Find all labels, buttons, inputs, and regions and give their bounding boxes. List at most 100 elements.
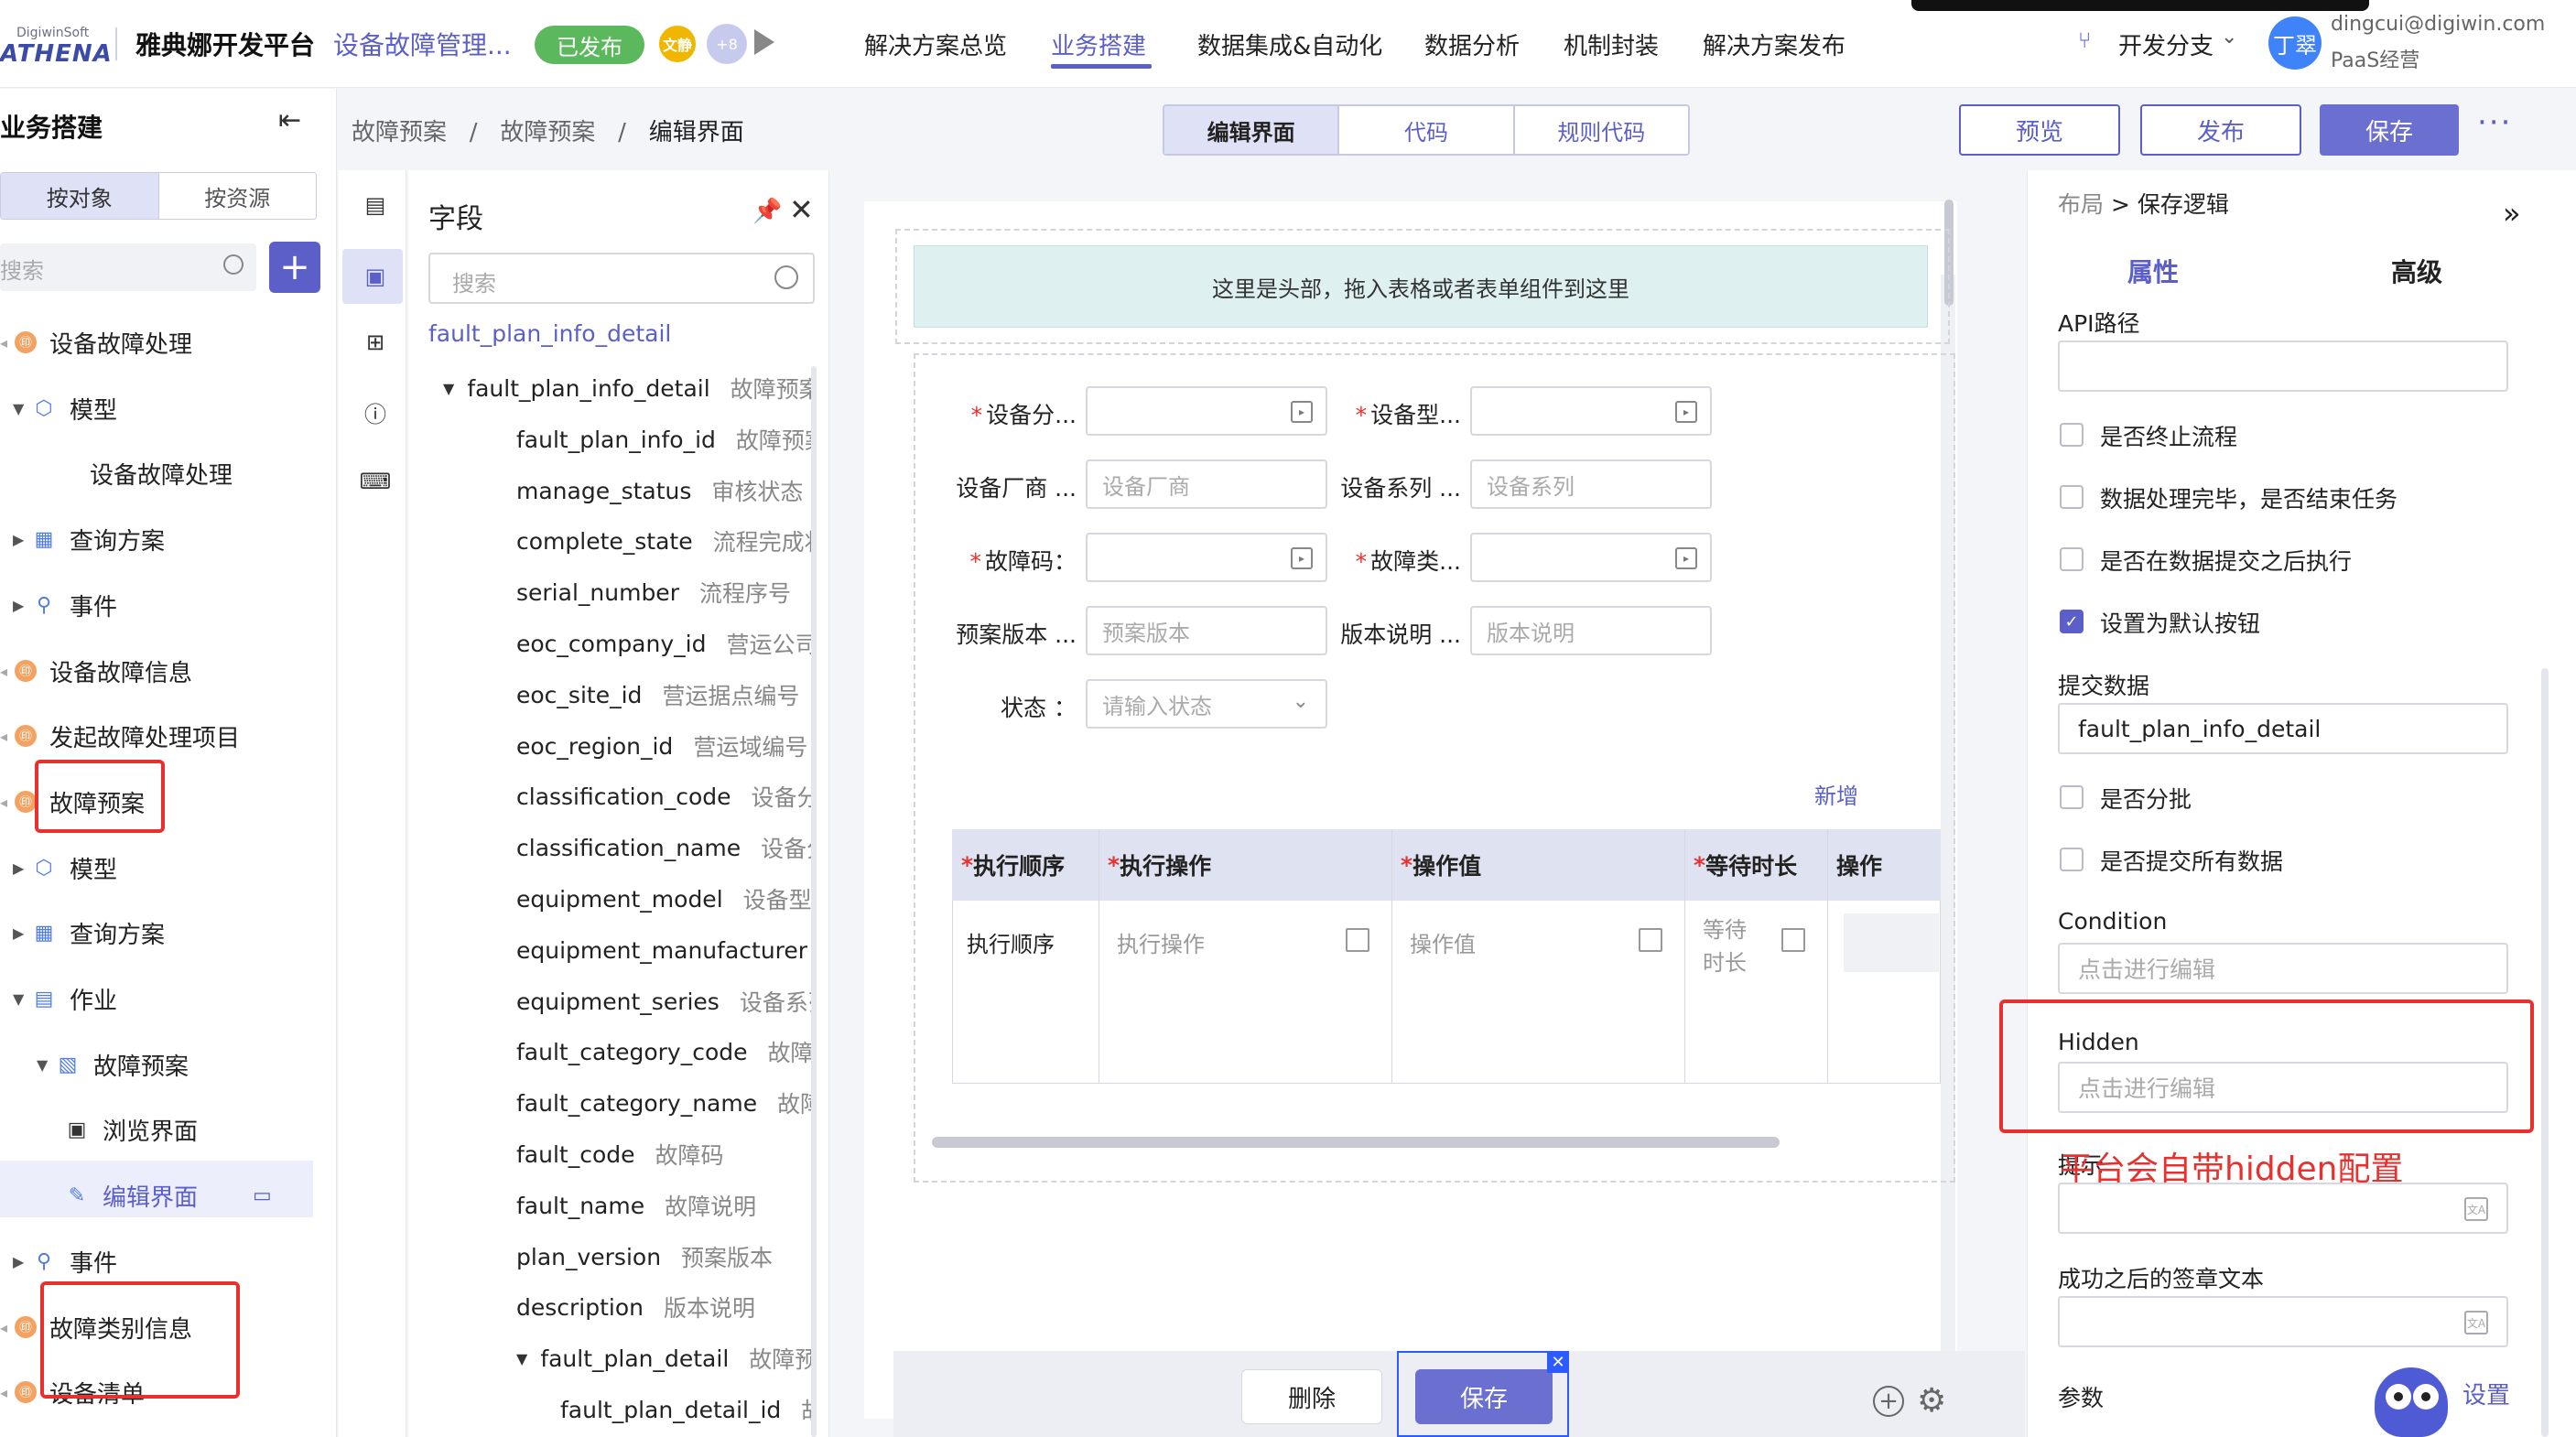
breadcrumb-item[interactable]: 故障预案 [500, 119, 595, 146]
caret-right-icon[interactable]: ▶ [13, 597, 31, 614]
field-item[interactable]: fault_code 故障码 [516, 1129, 811, 1180]
checkbox[interactable] [2060, 848, 2084, 871]
tree-item[interactable]: ▶ ▦ 查询方案 [13, 512, 165, 567]
caret-right-icon[interactable]: ▶ [13, 531, 31, 548]
preview-mode-icon[interactable]: ▭ [253, 1184, 272, 1207]
preview-button[interactable]: 预览 [1959, 104, 2120, 156]
caret-down-icon[interactable]: ▼ [13, 990, 31, 1008]
property-panel-scrollbar[interactable] [2541, 668, 2549, 1437]
tree-item[interactable]: ▶ ⚲ 事件 [13, 578, 117, 632]
checkbox[interactable] [2060, 547, 2084, 571]
field-item[interactable]: classification_name 设备分类 [516, 822, 811, 873]
add-circle-icon[interactable]: + [1873, 1386, 1904, 1417]
tab-code[interactable]: 代码 [1337, 106, 1513, 154]
field-item[interactable]: classification_code 设备分类 [516, 771, 811, 822]
caret-right-icon[interactable]: ▶ [13, 1253, 31, 1270]
tab-attributes[interactable]: 属性 [2127, 253, 2179, 289]
app-name[interactable]: 设备故障管理... [333, 26, 512, 62]
success-text-input[interactable]: 文A [2058, 1296, 2508, 1347]
play-icon[interactable] [754, 29, 774, 55]
tree-item[interactable]: ▼ ▤ 作业 [13, 971, 117, 1026]
field-item[interactable]: fault_category_name 故障类别 [516, 1077, 811, 1129]
form-field-input[interactable]: 版本说明 [1470, 606, 1712, 655]
nav-solution-overview[interactable]: 解决方案总览 [864, 27, 1007, 61]
checkbox[interactable] [2060, 485, 2084, 509]
hint-input[interactable]: 文A [2058, 1183, 2508, 1234]
caret-right-icon[interactable]: ◂ [0, 728, 15, 745]
field-item[interactable]: equipment_manufacturer [516, 924, 811, 976]
nav-data-integration[interactable]: 数据集成&自动化 [1197, 27, 1382, 61]
tab-advanced[interactable]: 高级 [2391, 253, 2442, 289]
branch-selector[interactable]: 开发分支 [2118, 27, 2213, 61]
open-picker-icon[interactable]: ▸ [1675, 401, 1697, 423]
checkbox[interactable] [2060, 785, 2084, 809]
edit-icon[interactable] [1781, 928, 1805, 952]
checkbox[interactable]: ✓ [2060, 610, 2084, 633]
field-item[interactable]: complete_state 流程完成状态 [516, 515, 811, 567]
gear-icon[interactable]: ⚙ [1917, 1382, 1946, 1420]
nav-business-build[interactable]: 业务搭建 [1051, 27, 1146, 61]
form-field-input[interactable]: 设备系列 [1470, 459, 1712, 509]
field-item[interactable]: serial_number 流程序号 [516, 567, 811, 618]
field-item[interactable]: description 版本说明 [516, 1281, 811, 1333]
grid-column-header[interactable]: * 执行顺序 [952, 829, 1099, 901]
tree-item[interactable]: ✎ 编辑界面 ▭ [64, 1168, 272, 1223]
checkbox[interactable] [2060, 423, 2084, 447]
tab-by-object[interactable]: 按对象 [1, 173, 158, 219]
form-field-input[interactable]: 预案版本 [1086, 606, 1327, 655]
nav-solution-publish[interactable]: 解决方案发布 [1703, 27, 1845, 61]
sidebar-search-input[interactable]: 搜索 [0, 243, 256, 291]
chevron-down-icon[interactable]: ⌄ [2221, 26, 2237, 49]
caret-right-icon[interactable]: ◂ [0, 794, 15, 811]
close-icon[interactable]: ✕ [789, 192, 814, 227]
field-item[interactable]: fault_name 故障说明 [516, 1180, 811, 1231]
more-collaborators-badge[interactable]: +8 [707, 24, 747, 64]
open-picker-icon[interactable]: ▸ [1675, 547, 1697, 569]
user-avatar[interactable]: 丁翠 [2268, 16, 2322, 70]
field-item[interactable]: eoc_site_id 营运据点编号 [516, 669, 811, 720]
form-field-input[interactable]: ▸ [1470, 386, 1712, 436]
form-field-input[interactable]: ▸ [1086, 533, 1327, 582]
params-settings-link[interactable]: 设置 [2462, 1377, 2510, 1410]
field-item[interactable]: eoc_region_id 营运域编号 [516, 720, 811, 772]
grid-cell[interactable]: 等待时长 [1703, 913, 1748, 979]
form-field-input[interactable]: ▸ [1470, 533, 1712, 582]
collaborator-avatar[interactable]: 文静 [657, 24, 698, 64]
prop-crumb-parent[interactable]: 布局 [2058, 191, 2104, 218]
grid-column-header[interactable]: * 操作值 [1391, 829, 1684, 901]
submit-data-input[interactable]: fault_plan_info_detail [2058, 703, 2508, 754]
caret-right-icon[interactable]: ◂ [0, 1384, 15, 1401]
collapse-panel-icon[interactable]: » [2503, 196, 2521, 231]
tree-item[interactable]: ◂ ㊞设备故障信息 [0, 643, 192, 698]
caret-down-icon[interactable]: ▼ [516, 1350, 527, 1367]
caret-right-icon[interactable]: ◂ [0, 1319, 15, 1336]
field-item[interactable]: eoc_company_id 营运公司 [516, 618, 811, 669]
grid-column-header[interactable]: 操作 [1827, 829, 1941, 901]
remove-selection-icon[interactable]: ✕ [1547, 1351, 1569, 1373]
delete-button[interactable]: 删除 [1241, 1369, 1382, 1424]
grid-column-header[interactable]: * 等待时长 [1684, 829, 1827, 901]
edit-icon[interactable] [1346, 928, 1369, 952]
tree-item[interactable]: 设备故障处理 [37, 446, 233, 501]
tab-by-resource[interactable]: 按资源 [157, 173, 316, 219]
field-item[interactable]: plan_version 预案版本 [516, 1231, 811, 1282]
field-item[interactable]: fault_plan_detail_id 故障 [560, 1384, 811, 1435]
caret-right-icon[interactable]: ◂ [0, 334, 15, 351]
nav-data-analysis[interactable]: 数据分析 [1424, 27, 1520, 61]
form-field-input[interactable]: 设备厂商 [1086, 459, 1327, 509]
tree-item[interactable]: ◂ ㊞发起故障处理项目 [0, 708, 240, 763]
breadcrumb-item[interactable]: 故障预案 [352, 119, 447, 146]
translate-icon[interactable]: 文A [2464, 1311, 2488, 1334]
caret-down-icon[interactable]: ▼ [37, 1056, 55, 1074]
open-picker-icon[interactable]: ▸ [1291, 547, 1313, 569]
grid-cell[interactable]: 操作值 [1410, 928, 1611, 961]
tree-item[interactable]: ▶ ⚲ 事件 [13, 1234, 117, 1289]
translate-icon[interactable]: 文A [2464, 1197, 2488, 1221]
field-item[interactable]: fault_category_code 故障类别 [516, 1026, 811, 1077]
field-item[interactable]: equipment_model 设备型号 [516, 873, 811, 924]
fields-icon[interactable]: ▣ [359, 260, 392, 293]
grid-cell[interactable]: 执行操作 [1117, 928, 1318, 961]
tree-item[interactable]: ▶ ⬡ 模型 [13, 840, 117, 895]
field-item[interactable]: ▼ fault_plan_info_detail 故障预案 [443, 362, 811, 414]
grid-horizontal-scrollbar[interactable] [932, 1137, 1780, 1148]
